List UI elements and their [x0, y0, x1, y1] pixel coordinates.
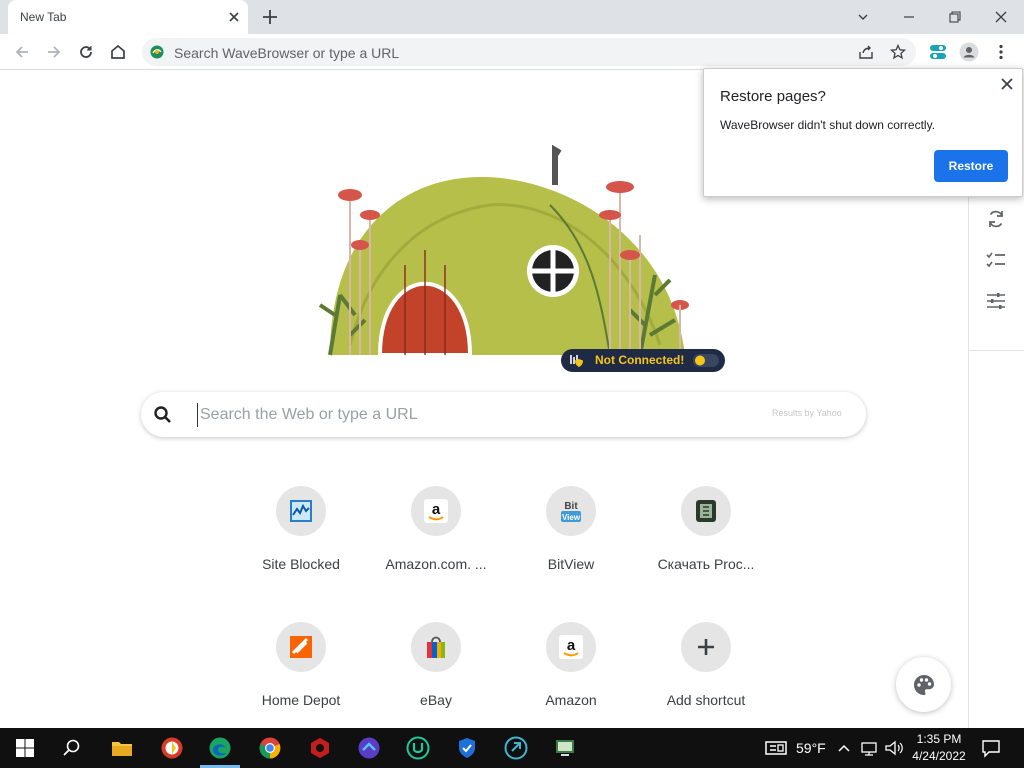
shortcut-tile[interactable]: Site Blocked [246, 486, 356, 596]
bitview-favicon-icon: Bit View [546, 486, 596, 536]
shortcut-label: BitView [547, 556, 595, 572]
svg-text:a: a [567, 637, 576, 654]
vpn-status-text: Not Connected! [595, 353, 685, 367]
checklist-icon[interactable] [985, 249, 1007, 271]
minimize-button[interactable] [898, 6, 920, 28]
shortcut-label: Amazon [545, 692, 597, 708]
wavebrowser-logo-icon [150, 45, 164, 59]
purple-app-icon[interactable] [357, 736, 381, 760]
svg-text:View: View [562, 513, 581, 522]
web-search-input[interactable] [197, 403, 757, 427]
customize-theme-button[interactable] [896, 657, 951, 712]
volume-icon[interactable] [884, 736, 904, 760]
shortcut-tile[interactable]: Home Depot [246, 622, 356, 732]
site-blocked-favicon-icon [276, 486, 326, 536]
amazon-favicon-icon: a [546, 622, 596, 672]
green-circle-app-icon[interactable] [504, 736, 528, 760]
home-button[interactable] [107, 41, 129, 63]
dialog-message: WaveBrowser didn't shut down correctly. [720, 118, 936, 132]
temperature-text: 59°F [796, 740, 826, 756]
close-window-button[interactable] [990, 6, 1012, 28]
home-depot-favicon-icon [276, 622, 326, 672]
restore-pages-dialog: Restore pages? WaveBrowser didn't shut d… [703, 68, 1023, 197]
hobbit-house-illustration [318, 145, 689, 357]
network-icon[interactable] [860, 736, 880, 760]
teal-u-app-icon[interactable] [406, 736, 430, 760]
process-favicon-icon [681, 486, 731, 536]
adjust-sliders-icon[interactable] [985, 290, 1007, 312]
tab-search-chevron-icon[interactable] [852, 6, 874, 28]
address-bar[interactable]: Search WaveBrowser or type a URL [142, 38, 916, 66]
restore-window-button[interactable] [944, 6, 966, 28]
restore-button[interactable]: Restore [934, 150, 1008, 182]
svg-text:a: a [432, 501, 441, 518]
browser-toolbar: Search WaveBrowser or type a URL [0, 34, 1024, 70]
new-tab-plus-icon[interactable] [261, 8, 279, 26]
menu-kebab-icon[interactable] [990, 41, 1012, 63]
side-panel-divider [969, 350, 1024, 351]
shortcut-tile[interactable]: a Amazon.com. ... [381, 486, 491, 596]
tab-new-tab[interactable]: New Tab [8, 0, 248, 34]
sync-icon[interactable] [985, 208, 1007, 230]
web-search-box[interactable]: Results by Yahoo [141, 392, 866, 437]
taskbar-search-icon[interactable] [60, 736, 84, 760]
address-bar-placeholder: Search WaveBrowser or type a URL [174, 45, 400, 61]
tray-chevron-up-icon[interactable] [836, 736, 852, 760]
shortcut-label: Amazon.com. ... [385, 556, 487, 572]
shortcut-tile[interactable]: eBay [381, 622, 491, 732]
share-icon[interactable] [855, 41, 877, 63]
amazon-favicon-icon: a [411, 486, 461, 536]
svg-text:Bit: Bit [564, 501, 578, 512]
windows-start-icon[interactable] [13, 736, 37, 760]
bookmark-star-icon[interactable] [887, 41, 909, 63]
shortcut-tile[interactable]: Bit View BitView [516, 486, 626, 596]
forward-button[interactable] [43, 41, 65, 63]
shortcut-label: Скачать Proc... [657, 556, 755, 572]
chrome-icon[interactable] [258, 736, 282, 760]
vpn-toggle-switch[interactable] [693, 354, 719, 367]
monitor-app-icon[interactable] [553, 736, 577, 760]
search-icon [154, 406, 171, 423]
tab-title: New Tab [20, 10, 67, 24]
edge-icon[interactable] [208, 736, 232, 760]
add-shortcut-button[interactable]: Add shortcut [651, 622, 761, 732]
vpn-status-badge[interactable]: Not Connected! [561, 349, 725, 372]
extension-toggle-icon[interactable] [927, 41, 949, 63]
palette-icon [913, 674, 934, 695]
ebay-bag-favicon-icon [411, 622, 461, 672]
taskbar-clock[interactable]: 1:35 PM 4/24/2022 [912, 731, 966, 765]
shortcut-label: Add shortcut [666, 692, 746, 708]
search-provider-label: Results by Yahoo [772, 408, 842, 418]
clock-time: 1:35 PM [916, 732, 962, 746]
reload-button[interactable] [75, 41, 97, 63]
dialog-close-icon[interactable] [1000, 77, 1014, 91]
windows-taskbar: 59°F 1:35 PM 4/24/2022 [0, 728, 1024, 768]
back-button[interactable] [11, 41, 33, 63]
shortcut-label: Home Depot [261, 692, 341, 708]
notification-center-icon[interactable] [980, 736, 1002, 760]
vpn-shield-icon [570, 355, 583, 367]
plus-icon [681, 622, 731, 672]
shortcut-label: Site Blocked [262, 556, 340, 572]
tab-strip: New Tab [0, 0, 1024, 34]
profile-avatar-icon[interactable] [958, 41, 980, 63]
red-shield-app-icon[interactable] [308, 736, 332, 760]
dialog-title: Restore pages? [720, 88, 826, 105]
shortcut-tile[interactable]: a Amazon [516, 622, 626, 732]
shortcut-tile[interactable]: Скачать Proc... [651, 486, 761, 596]
file-explorer-icon[interactable] [110, 736, 134, 760]
clock-date: 4/24/2022 [912, 749, 966, 763]
avast-browser-icon[interactable] [160, 736, 184, 760]
blue-shield-app-icon[interactable] [455, 736, 479, 760]
tab-close-icon[interactable] [226, 9, 242, 25]
shortcut-label: eBay [420, 692, 452, 708]
weather-icon[interactable] [764, 736, 788, 760]
